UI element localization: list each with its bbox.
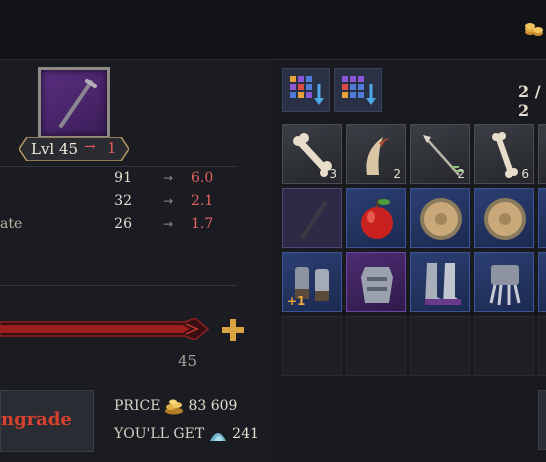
level-badge: Lvl 45 → 1 bbox=[19, 137, 129, 161]
stat-row: 32 → 2.1 bbox=[0, 193, 270, 213]
inventory-slot-empty[interactable] bbox=[474, 316, 534, 376]
page-indicator: 2 / 2 bbox=[518, 82, 541, 120]
inventory-slot[interactable] bbox=[410, 252, 470, 312]
stat-row: 91 → 6.0 bbox=[0, 170, 270, 190]
inventory-slot[interactable] bbox=[346, 188, 406, 248]
top-bar bbox=[0, 0, 546, 60]
chest-armor-icon bbox=[361, 267, 393, 303]
inventory-slot[interactable] bbox=[474, 252, 534, 312]
sort-by-type-icon bbox=[342, 76, 376, 105]
stat-current-value: 26 bbox=[114, 216, 132, 232]
round-shield-icon bbox=[420, 198, 462, 240]
gold-pile-icon bbox=[165, 399, 184, 415]
stack-count: 3 bbox=[329, 167, 337, 181]
side-panel-edge bbox=[538, 390, 546, 450]
level-arrow-icon: → bbox=[84, 139, 96, 155]
stat-label: ate bbox=[0, 216, 23, 232]
inventory-slot-selected[interactable] bbox=[282, 188, 342, 248]
inventory-slot[interactable] bbox=[538, 124, 546, 184]
selected-item-frame[interactable] bbox=[38, 67, 110, 139]
stat-arrow-icon: → bbox=[163, 217, 174, 231]
essence-icon bbox=[210, 433, 227, 441]
round-shield-icon bbox=[484, 198, 526, 240]
stack-count: 6 bbox=[521, 167, 529, 181]
stat-new-value: 1.7 bbox=[191, 216, 214, 232]
stat-new-value: 6.0 bbox=[191, 170, 214, 186]
claw-gauntlet-icon bbox=[489, 265, 521, 306]
inventory-slot[interactable]: 2 bbox=[346, 124, 406, 184]
stack-count: 2 bbox=[393, 167, 401, 181]
stat-current-value: 32 bbox=[114, 193, 132, 209]
upgrade-button[interactable]: ngrade bbox=[0, 390, 94, 452]
apple-icon bbox=[361, 198, 393, 239]
nail-icon bbox=[59, 79, 97, 128]
price-row: PRICE 83 609 bbox=[114, 397, 237, 415]
inventory-slot[interactable]: +1 bbox=[282, 252, 342, 312]
inventory-slot[interactable] bbox=[474, 188, 534, 248]
price-value: 83 609 bbox=[188, 398, 238, 414]
progress-value: 45 bbox=[178, 352, 198, 370]
plus-icon[interactable] bbox=[221, 318, 245, 342]
nail-icon bbox=[301, 201, 327, 239]
stat-new-value: 2.1 bbox=[191, 193, 214, 209]
stat-arrow-icon: → bbox=[163, 171, 174, 185]
stat-row: ate 26 → 1.7 bbox=[0, 216, 270, 236]
sort-by-rarity-button[interactable] bbox=[282, 68, 330, 112]
greaves-icon bbox=[425, 263, 461, 305]
get-value: 241 bbox=[232, 426, 259, 442]
get-label: YOU'LL GET bbox=[114, 426, 205, 442]
inventory-slot-empty[interactable] bbox=[346, 316, 406, 376]
sort-by-type-button[interactable] bbox=[334, 68, 382, 112]
stat-current-value: 91 bbox=[114, 170, 132, 186]
inventory-slot[interactable] bbox=[346, 252, 406, 312]
upgrade-label: ngrade bbox=[1, 409, 72, 430]
inventory-slot-empty[interactable] bbox=[538, 316, 546, 376]
inventory-slot[interactable]: 3 bbox=[282, 124, 342, 184]
divider bbox=[0, 285, 237, 286]
inventory-slot[interactable]: 2 bbox=[410, 124, 470, 184]
inventory-slot-empty[interactable] bbox=[282, 316, 342, 376]
level-label: Lvl 45 bbox=[31, 140, 79, 158]
inventory-slot[interactable] bbox=[538, 188, 546, 248]
inventory-slot[interactable] bbox=[538, 252, 546, 312]
get-row: YOU'LL GET 241 bbox=[114, 425, 259, 443]
divider bbox=[0, 166, 237, 167]
inventory-slot[interactable] bbox=[410, 188, 470, 248]
gold-coins-icon bbox=[525, 23, 543, 36]
sort-by-rarity-icon bbox=[290, 76, 324, 105]
stat-arrow-icon: → bbox=[163, 194, 174, 208]
stack-count: 2 bbox=[457, 167, 465, 181]
inventory-slot-empty[interactable] bbox=[410, 316, 470, 376]
price-label: PRICE bbox=[114, 398, 161, 414]
level-new-value: 1 bbox=[107, 139, 117, 157]
inventory-slot[interactable]: 6 bbox=[474, 124, 534, 184]
upgrade-progress-bar bbox=[0, 318, 210, 340]
upgrade-level-badge: +1 bbox=[287, 294, 306, 308]
